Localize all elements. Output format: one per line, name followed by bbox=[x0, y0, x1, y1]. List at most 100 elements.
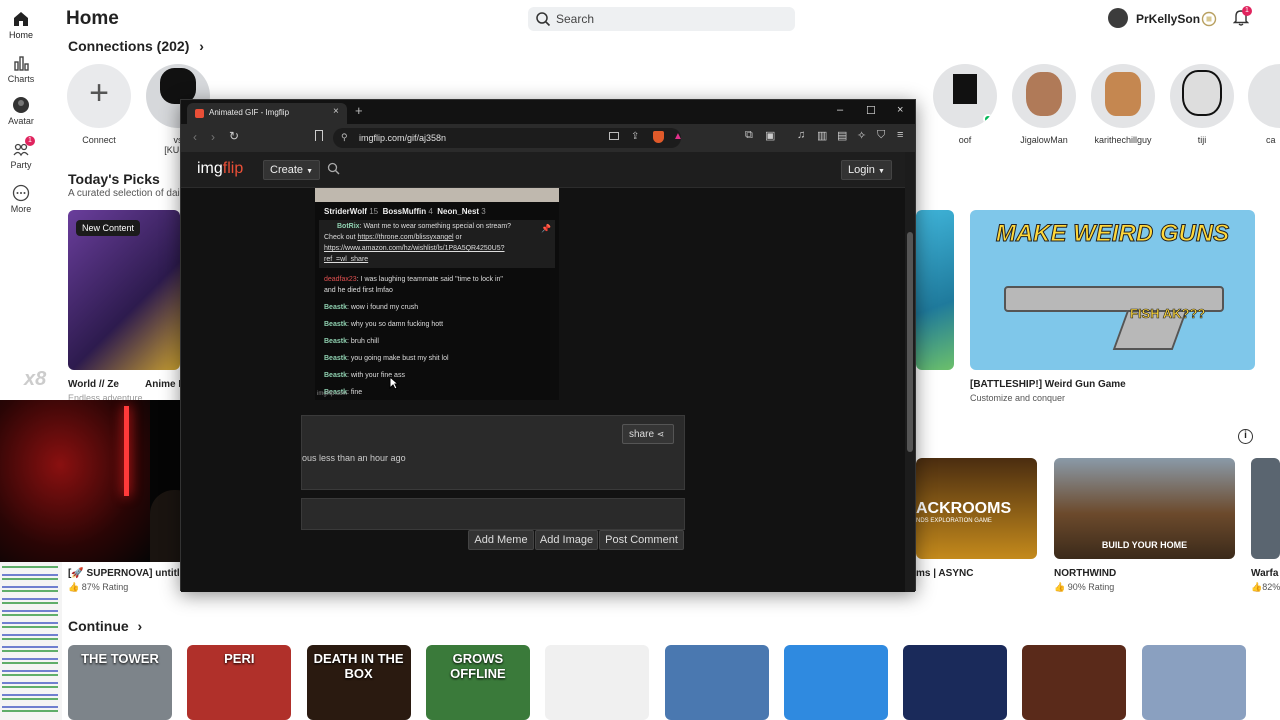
continue-tile[interactable] bbox=[664, 645, 769, 720]
brave-shield-icon[interactable] bbox=[653, 131, 664, 143]
continue-tile[interactable] bbox=[545, 645, 650, 720]
nav-avatar-label: Avatar bbox=[8, 116, 34, 126]
chat-line: Beastk: bruh chill bbox=[324, 338, 379, 345]
chat-link[interactable]: https://throne.com/blissyxangel bbox=[357, 234, 453, 241]
connection-oof[interactable]: oof bbox=[932, 64, 998, 145]
wallet-icon[interactable]: ▤ bbox=[837, 129, 847, 142]
comment-input[interactable] bbox=[301, 498, 685, 530]
game-card-rating: 👍 90% Rating bbox=[1054, 582, 1114, 593]
continue-tile-title: PERI bbox=[224, 651, 255, 666]
game-card-backrooms[interactable]: ACKROOMS NDS EXPLORATION GAME bbox=[916, 458, 1037, 559]
back-icon[interactable]: ‹ bbox=[193, 130, 197, 144]
leo-ai-icon[interactable]: ✧ bbox=[857, 129, 866, 142]
game-card[interactable]: New Content bbox=[68, 210, 180, 370]
connect-circle: + bbox=[67, 64, 131, 128]
search-icon[interactable] bbox=[327, 162, 340, 175]
bookmark-icon[interactable] bbox=[315, 130, 323, 141]
scrollbar-thumb[interactable] bbox=[907, 232, 913, 452]
new-tab-icon[interactable]: + bbox=[355, 103, 363, 118]
chat-line: Beastk: wow i found my crush bbox=[324, 304, 418, 311]
continue-tile[interactable]: PERI bbox=[187, 645, 292, 720]
continue-tile[interactable] bbox=[1141, 645, 1246, 720]
chat-link[interactable]: https://www.amazon.com/hz/wishlist/ls/1P… bbox=[324, 245, 505, 252]
nav-more[interactable]: More bbox=[0, 184, 42, 214]
url-field[interactable]: ⚲ imgflip.com/gif/aj358n ⇪ ▲ bbox=[333, 128, 683, 148]
share-page-icon[interactable]: ⇪ bbox=[631, 131, 639, 142]
game-card-weird-gun[interactable]: MAKE WEIRD GUNS FISH AK??? bbox=[970, 210, 1255, 370]
media-icon[interactable]: ♫ bbox=[797, 129, 805, 141]
info-icon[interactable]: i bbox=[1238, 429, 1253, 444]
close-window-icon[interactable]: × bbox=[897, 104, 903, 116]
continue-tile[interactable]: GROWS OFFLINE bbox=[425, 645, 530, 720]
sidebar-icon[interactable]: ▥ bbox=[817, 129, 827, 142]
continue-tile[interactable]: DEATH IN THE BOX bbox=[306, 645, 411, 720]
vpn-icon[interactable]: ⛉ bbox=[877, 129, 885, 142]
card-art-subtitle: FISH AK??? bbox=[1130, 306, 1206, 322]
add-image-button[interactable]: Add Image bbox=[535, 530, 598, 550]
search-input[interactable]: Search bbox=[528, 7, 795, 31]
extensions-icon[interactable]: ⧉ bbox=[745, 129, 753, 142]
avatar bbox=[933, 64, 997, 128]
screenshot-icon[interactable]: ▣ bbox=[765, 129, 775, 142]
chat-username: BotRix bbox=[337, 223, 360, 230]
connections-heading-text: Connections (202) bbox=[68, 38, 190, 54]
add-meme-button[interactable]: Add Meme bbox=[468, 530, 534, 550]
browser-tab[interactable]: Animated GIF - Imgflip × bbox=[187, 103, 347, 124]
notifications-button[interactable]: 1 bbox=[1232, 6, 1252, 27]
game-card-title-tail: Anime F bbox=[145, 379, 185, 390]
connection-ca[interactable]: ca bbox=[1248, 64, 1280, 145]
scrollbar[interactable] bbox=[905, 152, 915, 592]
connection-karithechillguy[interactable]: karithechillguy bbox=[1090, 64, 1156, 145]
logo-part-img: img bbox=[197, 160, 223, 177]
card-art-title: ACKROOMS bbox=[916, 500, 1012, 517]
thumbs-up-icon: 👍 bbox=[1251, 582, 1263, 592]
chat-line: https://www.amazon.com/hz/wishlist/ls/1P… bbox=[324, 245, 505, 252]
game-card-title: [🚀 SUPERNOVA] untitled bbox=[68, 568, 192, 579]
reload-icon[interactable]: ↻ bbox=[229, 129, 239, 143]
game-card-warfa[interactable] bbox=[1251, 458, 1280, 559]
gif-watermark: imgflip.com bbox=[317, 391, 348, 397]
continue-tile[interactable] bbox=[1022, 645, 1127, 720]
connections-heading[interactable]: Connections (202) › bbox=[68, 38, 204, 54]
game-card-partial[interactable] bbox=[916, 210, 954, 370]
nav-charts[interactable]: Charts bbox=[0, 54, 42, 84]
nav-avatar[interactable]: Avatar bbox=[0, 96, 42, 126]
imgflip-logo[interactable]: imgflip bbox=[197, 160, 243, 178]
thumbs-up-icon: 👍 bbox=[1054, 582, 1066, 592]
close-tab-icon[interactable]: × bbox=[333, 106, 339, 117]
continue-tile[interactable] bbox=[903, 645, 1008, 720]
continue-tile[interactable]: THE TOWER bbox=[68, 645, 172, 720]
nav-charts-label: Charts bbox=[7, 74, 35, 84]
connect-button[interactable]: + Connect bbox=[66, 64, 132, 145]
rewards-icon[interactable]: ▲ bbox=[673, 131, 683, 142]
forward-icon[interactable]: › bbox=[211, 130, 215, 144]
share-button[interactable]: share ⋖ bbox=[622, 424, 674, 444]
continue-heading[interactable]: Continue › bbox=[68, 618, 142, 634]
login-button[interactable]: Login ▼ bbox=[841, 160, 892, 180]
nav-party-label: Party bbox=[10, 160, 32, 170]
browser-window: Animated GIF - Imgflip × + – ☐ × ‹ › ↻ ⚲… bbox=[180, 99, 916, 592]
chat-link[interactable]: ref_=wl_share bbox=[324, 256, 368, 263]
meme-info-box: share ⋖ ous less than an hour ago bbox=[301, 415, 685, 490]
card-art-title: BUILD YOUR HOME bbox=[1101, 540, 1188, 550]
robux-icon[interactable] bbox=[1201, 11, 1217, 27]
chat-user: StriderWolf bbox=[324, 207, 367, 216]
game-card-title: ms | ASYNC bbox=[916, 568, 974, 579]
chevron-right-icon: › bbox=[137, 618, 143, 634]
connection-tiji[interactable]: tiji bbox=[1169, 64, 1235, 145]
chat-text: and he died first lmfao bbox=[324, 287, 393, 294]
connection-jigalowman[interactable]: JigalowMan bbox=[1011, 64, 1077, 145]
minimize-icon[interactable]: – bbox=[837, 104, 843, 116]
nav-party[interactable]: Party 1 bbox=[0, 136, 42, 170]
game-card-northwind[interactable]: BUILD YOUR HOME bbox=[1054, 458, 1235, 559]
nav-home-label: Home bbox=[8, 30, 33, 40]
nav-home[interactable]: Home bbox=[0, 10, 42, 40]
chat-text: : Want me to wear something special on s… bbox=[359, 223, 512, 230]
continue-tile[interactable] bbox=[783, 645, 888, 720]
maximize-icon[interactable]: ☐ bbox=[866, 104, 876, 117]
plus-icon: + bbox=[89, 74, 109, 112]
post-comment-button[interactable]: Post Comment bbox=[599, 530, 684, 550]
cast-icon[interactable] bbox=[609, 132, 619, 140]
create-button[interactable]: Create ▼ bbox=[263, 160, 321, 180]
menu-icon[interactable]: ≡ bbox=[897, 129, 903, 141]
